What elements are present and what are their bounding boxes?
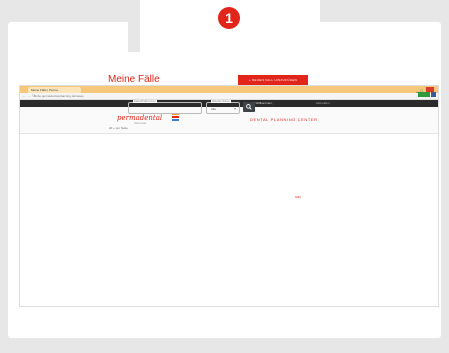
chevron-down-icon: ▾ xyxy=(233,106,236,111)
logo-subtitle: Zahnersatz xyxy=(134,122,147,125)
help-link[interactable]: Hilfe xyxy=(295,195,301,199)
results-per-page[interactable]: 20 + pro Seite xyxy=(109,126,128,130)
add-case-button[interactable]: + NEUEN FALL HINZUFÜGEN xyxy=(238,75,308,85)
logo-mark-icon xyxy=(172,113,179,123)
status-select[interactable]: Aktueller Status Alle ▾ xyxy=(206,100,240,114)
logo[interactable]: permadental xyxy=(117,114,162,122)
browser-window: Meine Fälle | Perma ▁ □ ← → ⟳ smile.perm… xyxy=(20,86,438,306)
search-icon xyxy=(246,104,252,110)
extension-button-2[interactable] xyxy=(431,92,436,97)
extension-button[interactable] xyxy=(418,92,430,97)
step-badge: 1 xyxy=(218,7,240,29)
patient-search-label: Patient/Fallnummer xyxy=(133,100,157,103)
address-url[interactable]: smile.permadental-planning.de/cases xyxy=(34,94,84,98)
browser-tab-bar: Meine Fälle | Perma ▁ □ xyxy=(20,86,438,93)
nav-arrows-icon[interactable]: ← → ⟳ xyxy=(22,93,36,99)
logout-link[interactable]: Abmelden xyxy=(316,100,330,107)
user-greeting[interactable]: ♟ Willkommen, xyxy=(252,100,273,107)
screenshot-frame: 1 Meine Fälle | Perma ▁ □ ← → ⟳ smile.pe… xyxy=(0,0,449,353)
search-button[interactable] xyxy=(243,102,255,112)
user-greeting-text: Willkommen, xyxy=(255,101,273,105)
patient-search-input[interactable]: Patient/Fallnummer xyxy=(128,100,202,114)
center-title: DENTAL PLANNING CENTER xyxy=(250,117,318,122)
status-select-label: Aktueller Status xyxy=(211,100,231,103)
address-bar[interactable]: ← → ⟳ smile.permadental-planning.de/case… xyxy=(20,93,438,100)
page-title: Meine Fälle xyxy=(108,74,160,85)
status-select-value: Alle xyxy=(211,107,217,111)
